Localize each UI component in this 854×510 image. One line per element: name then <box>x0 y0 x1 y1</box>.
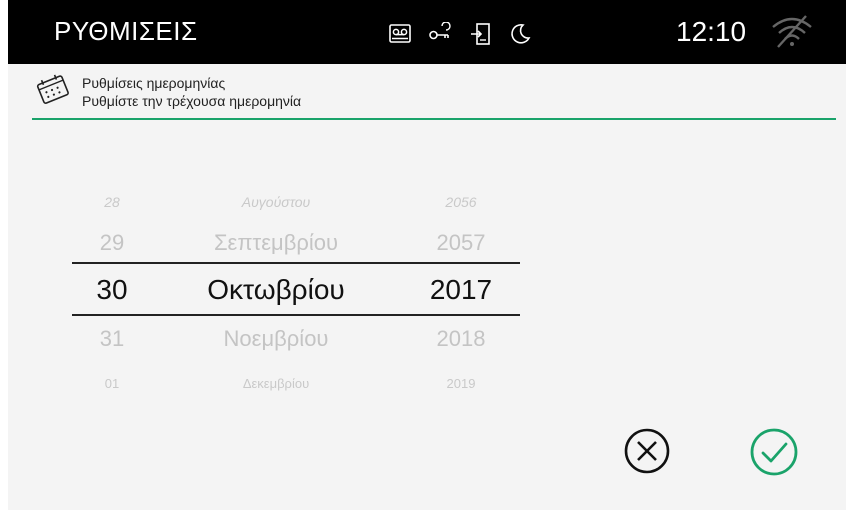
moon-icon <box>511 24 531 44</box>
top-bar: ΡΥΘΜΙΣΕΙΣ 12:10 <box>8 0 846 64</box>
day-option[interactable]: 31 <box>88 326 136 352</box>
date-picker: 28 29 30 31 01 Αυγούστου Σεπτεμβρίου Οκτ… <box>8 180 548 410</box>
day-option[interactable]: 28 <box>92 194 132 210</box>
month-option[interactable]: Σεπτεμβρίου <box>168 230 384 256</box>
day-selected[interactable]: 30 <box>84 274 140 306</box>
header-subtitle: Ρυθμίστε την τρέχουσα ημερομηνία <box>82 93 302 109</box>
key-icon <box>429 22 451 40</box>
confirm-button[interactable] <box>748 426 800 478</box>
day-option[interactable]: 01 <box>92 376 132 391</box>
selection-line-top <box>72 262 520 264</box>
wifi-off-icon <box>772 15 812 48</box>
calendar-icon <box>36 74 69 104</box>
header-divider <box>32 118 836 120</box>
year-option[interactable]: 2056 <box>426 194 496 210</box>
cancel-circle-icon <box>624 428 670 474</box>
year-selected[interactable]: 2017 <box>412 274 510 306</box>
selection-line-bottom <box>72 314 520 316</box>
month-option[interactable]: Δεκεμβρίου <box>176 376 376 391</box>
clock: 12:10 <box>676 16 747 47</box>
settings-screen: ΡΥΘΜΙΣΕΙΣ 12:10 Ρυθμίσεις ημερομηνίας Ρυ… <box>8 0 846 510</box>
voicemail-icon <box>389 24 411 43</box>
section-header: Ρυθμίσεις ημερομηνίας Ρυθμίστε την τρέχο… <box>32 70 836 122</box>
cancel-button[interactable] <box>622 426 672 476</box>
year-option[interactable]: 2019 <box>426 376 496 391</box>
month-option[interactable]: Αυγούστου <box>176 194 376 210</box>
page-title: ΡΥΘΜΙΣΕΙΣ <box>54 16 198 46</box>
month-option[interactable]: Νοεμβρίου <box>168 326 384 352</box>
header-title: Ρυθμίσεις ημερομηνίας <box>82 75 226 91</box>
year-option[interactable]: 2057 <box>420 230 502 256</box>
month-selected[interactable]: Οκτωβρίου <box>158 274 394 306</box>
year-option[interactable]: 2018 <box>420 326 502 352</box>
day-option[interactable]: 29 <box>88 230 136 256</box>
door-entry-icon <box>471 23 490 45</box>
check-circle-icon <box>750 428 798 476</box>
